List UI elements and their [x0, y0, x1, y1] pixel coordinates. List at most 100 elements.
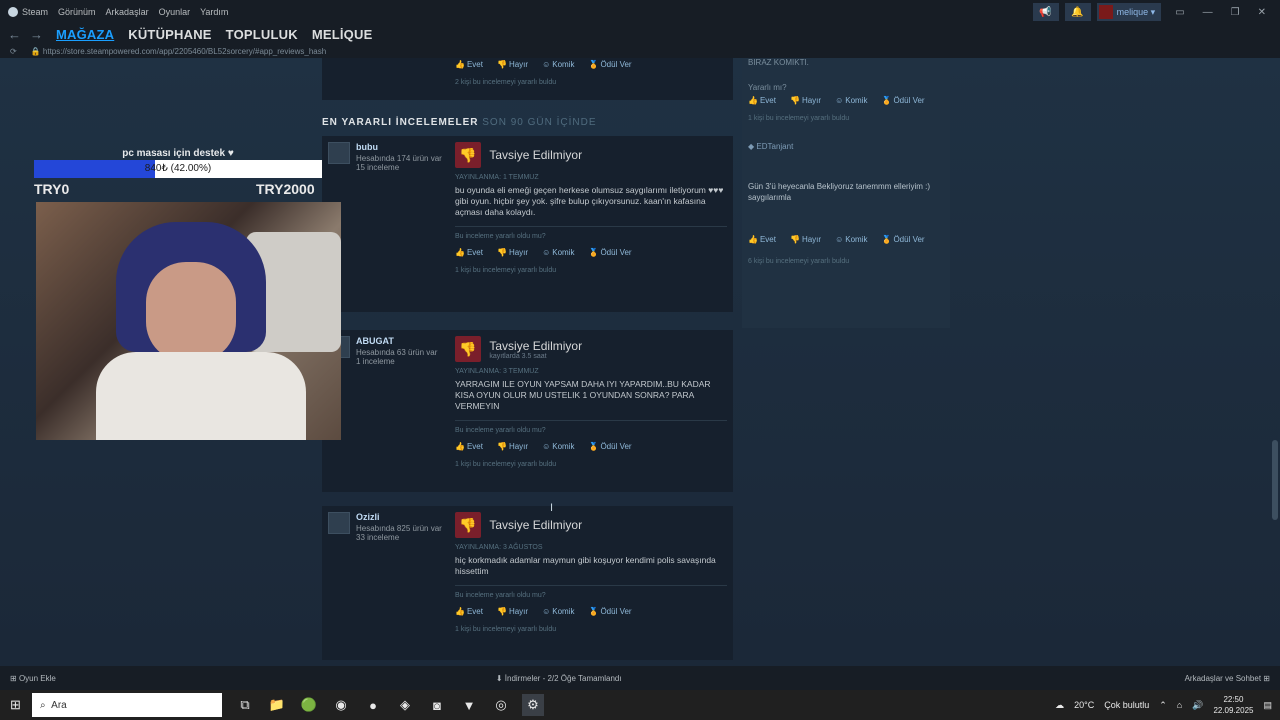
award-button[interactable]: 🏅 Ödül Ver — [881, 235, 924, 244]
author-avatar[interactable] — [328, 512, 350, 534]
menu-help[interactable]: Yardım — [200, 7, 228, 17]
thumbs-down-icon: 👎 — [789, 235, 800, 244]
review-verdict[interactable]: Tavsiye Edilmiyor — [489, 148, 582, 162]
author-reviews[interactable]: 15 inceleme — [356, 163, 399, 172]
taskbar-search[interactable]: ⌕ Ara — [32, 693, 222, 717]
tab-profile[interactable]: MELİQUE — [312, 27, 373, 42]
chrome-icon[interactable]: ◉ — [330, 694, 352, 716]
vote-funny-button[interactable]: ☺ Komik — [542, 442, 574, 451]
monitor-icon[interactable]: ▭ — [1175, 7, 1184, 18]
chevron-up-icon[interactable]: ⌃ — [1159, 700, 1167, 711]
megaphone-icon: 📢 — [1039, 6, 1052, 18]
vote-no-label: Hayır — [508, 60, 529, 69]
add-game-button[interactable]: ⊞ Oyun Ekle — [10, 674, 56, 683]
vote-yes-button[interactable]: 👍 Evet — [748, 235, 776, 244]
taskbar-apps: ⧉ 📁 🟢 ◉ ● ◈ ◙ ▼ ◎ ⚙ — [234, 694, 544, 716]
award-button[interactable]: 🏅 Ödül Ver — [881, 96, 924, 105]
tab-community[interactable]: TOPLULUK — [226, 27, 298, 42]
broadcast-button[interactable]: 📢 — [1032, 3, 1059, 21]
vote-yes-button[interactable]: 👍 Evet — [455, 248, 483, 257]
vote-funny-button[interactable]: ☺ Komik — [835, 96, 867, 105]
helpful-question: Bu inceleme yararlı oldu mu? — [455, 592, 546, 599]
file-explorer-icon[interactable]: 📁 — [266, 694, 288, 716]
close-icon[interactable]: ✕ — [1258, 7, 1266, 18]
forward-arrow-icon[interactable]: → — [30, 27, 44, 42]
menu-games[interactable]: Oyunlar — [159, 7, 191, 17]
menu-view[interactable]: Görünüm — [58, 7, 96, 17]
maximize-icon[interactable]: ❐ — [1231, 7, 1240, 18]
vote-yes-button[interactable]: 👍 Evet — [455, 60, 483, 69]
review-verdict[interactable]: Tavsiye Edilmiyor kayıtlarda 3.5 saat — [489, 339, 582, 360]
steam-taskbar-icon[interactable]: ⚙ — [522, 694, 544, 716]
weather-desc[interactable]: Çok bulutlu — [1104, 700, 1149, 710]
vote-no-button[interactable]: 👎 Hayır — [497, 607, 528, 616]
vote-funny-button[interactable]: ☺ Komik — [835, 235, 867, 244]
back-arrow-icon[interactable]: ← — [8, 27, 22, 42]
author-reviews[interactable]: 1 inceleme — [356, 357, 395, 366]
clock[interactable]: 22:50 22.09.2025 — [1213, 694, 1253, 716]
speaker-icon[interactable]: 🔊 — [1192, 700, 1203, 711]
url-text[interactable]: https://store.steampowered.com/app/22054… — [43, 47, 326, 56]
whatsapp-icon[interactable]: 🟢 — [298, 694, 320, 716]
thumbs-down-icon: 👎 — [496, 607, 507, 616]
helpful-count: 1 kişi bu incelemeyi yararlı buldu — [455, 626, 557, 633]
award-button[interactable]: 🏅 Ödül Ver — [588, 442, 631, 451]
vote-no-button[interactable]: 👎 Hayır — [497, 442, 528, 451]
text-cursor-icon: I — [550, 502, 554, 514]
award-button[interactable]: 🏅 Ödül Ver — [588, 248, 631, 257]
review-author[interactable]: Ozizli Hesabında 825 ürün var 33 incelem… — [328, 512, 448, 542]
thumbs-up-icon: 👍 — [455, 60, 465, 69]
smile-icon: ☺ — [542, 607, 551, 616]
vote-yes-button[interactable]: 👍 Evet — [455, 442, 483, 451]
tab-store[interactable]: MAĞAZA — [56, 27, 114, 42]
vote-no-button[interactable]: 👎 Hayır — [790, 96, 821, 105]
task-view-icon[interactable]: ⧉ — [234, 694, 256, 716]
review-card: Ozizli Hesabında 825 ürün var 33 incelem… — [322, 506, 733, 660]
vote-yes-button[interactable]: 👍 Evet — [748, 96, 776, 105]
vote-no-button[interactable]: 👎 Hayır — [790, 235, 821, 244]
author-reviews[interactable]: 33 inceleme — [356, 533, 399, 542]
spotify-icon[interactable]: ● — [362, 694, 384, 716]
vote-funny-button[interactable]: ☺ Komik — [542, 607, 574, 616]
vote-no-label: Hayır — [801, 96, 822, 105]
review-author[interactable]: ABUGAT Hesabında 63 ürün var 1 inceleme — [328, 336, 448, 366]
steam-menu[interactable]: Steam — [8, 7, 48, 18]
vote-yes-button[interactable]: 👍 Evet — [455, 607, 483, 616]
notification-icon[interactable]: ▤ — [1263, 700, 1272, 711]
review-verdict[interactable]: Tavsiye Edilmiyor — [489, 518, 582, 532]
vote-no-button[interactable]: 👎 Hayır — [497, 60, 528, 69]
award-button[interactable]: 🏅 Ödül Ver — [588, 60, 631, 69]
comment-author[interactable]: ◆ EDTanjant — [748, 142, 944, 151]
minimize-icon[interactable]: — — [1203, 7, 1213, 18]
smile-icon: ☺ — [835, 96, 844, 105]
reload-icon[interactable]: ⟳ — [10, 47, 17, 56]
award-icon: 🏅 — [588, 248, 599, 257]
vote-funny-button[interactable]: ☺ Komik — [542, 60, 574, 69]
author-owned: Hesabında 825 ürün var — [356, 524, 442, 533]
vote-funny-label: Komik — [845, 96, 868, 105]
side-helpful-count-2: 6 kişi bu incelemeyi yararlı buldu — [748, 258, 850, 265]
award-button[interactable]: 🏅 Ödül Ver — [588, 607, 631, 616]
vote-no-button[interactable]: 👎 Hayır — [497, 248, 528, 257]
friends-chat-button[interactable]: Arkadaşlar ve Sohbet ⊞ — [1185, 674, 1270, 683]
vote-funny-button[interactable]: ☺ Komik — [542, 248, 574, 257]
review-text: bu oyunda eli emeği geçen herkese olumsu… — [455, 185, 724, 217]
windows-start-icon[interactable]: ⊞ — [10, 697, 21, 713]
downloads-status[interactable]: ⬇ İndirmeler - 2/2 Öğe Tamamlandı — [496, 674, 622, 683]
review-partial: 👍 Evet 👎 Hayır ☺ Komik 🏅 Ödül Ver 2 kişi bu … — [322, 58, 733, 100]
tab-library[interactable]: KÜTÜPHANE — [128, 27, 211, 42]
scrollbar[interactable] — [1272, 440, 1278, 520]
steam-bottom-bar: ⊞ Oyun Ekle ⬇ İndirmeler - 2/2 Öğe Tamam… — [0, 666, 1280, 690]
review-author[interactable]: bubu Hesabında 174 ürün var 15 inceleme — [328, 142, 448, 172]
user-menu[interactable]: melique ▾ — [1096, 3, 1162, 21]
obs-icon[interactable]: ◎ — [490, 694, 512, 716]
menu-friends[interactable]: Arkadaşlar — [106, 7, 149, 17]
discord-icon[interactable]: ◙ — [426, 694, 448, 716]
valorant-icon[interactable]: ▼ — [458, 694, 480, 716]
weather-temp[interactable]: 20°C — [1074, 700, 1094, 710]
author-avatar[interactable] — [328, 142, 350, 164]
app-icon[interactable]: ◈ — [394, 694, 416, 716]
network-icon[interactable]: ⌂ — [1177, 700, 1182, 710]
notifications-button[interactable]: 🔔 — [1064, 3, 1091, 21]
thumbs-down-icon: 👎 — [455, 336, 481, 362]
